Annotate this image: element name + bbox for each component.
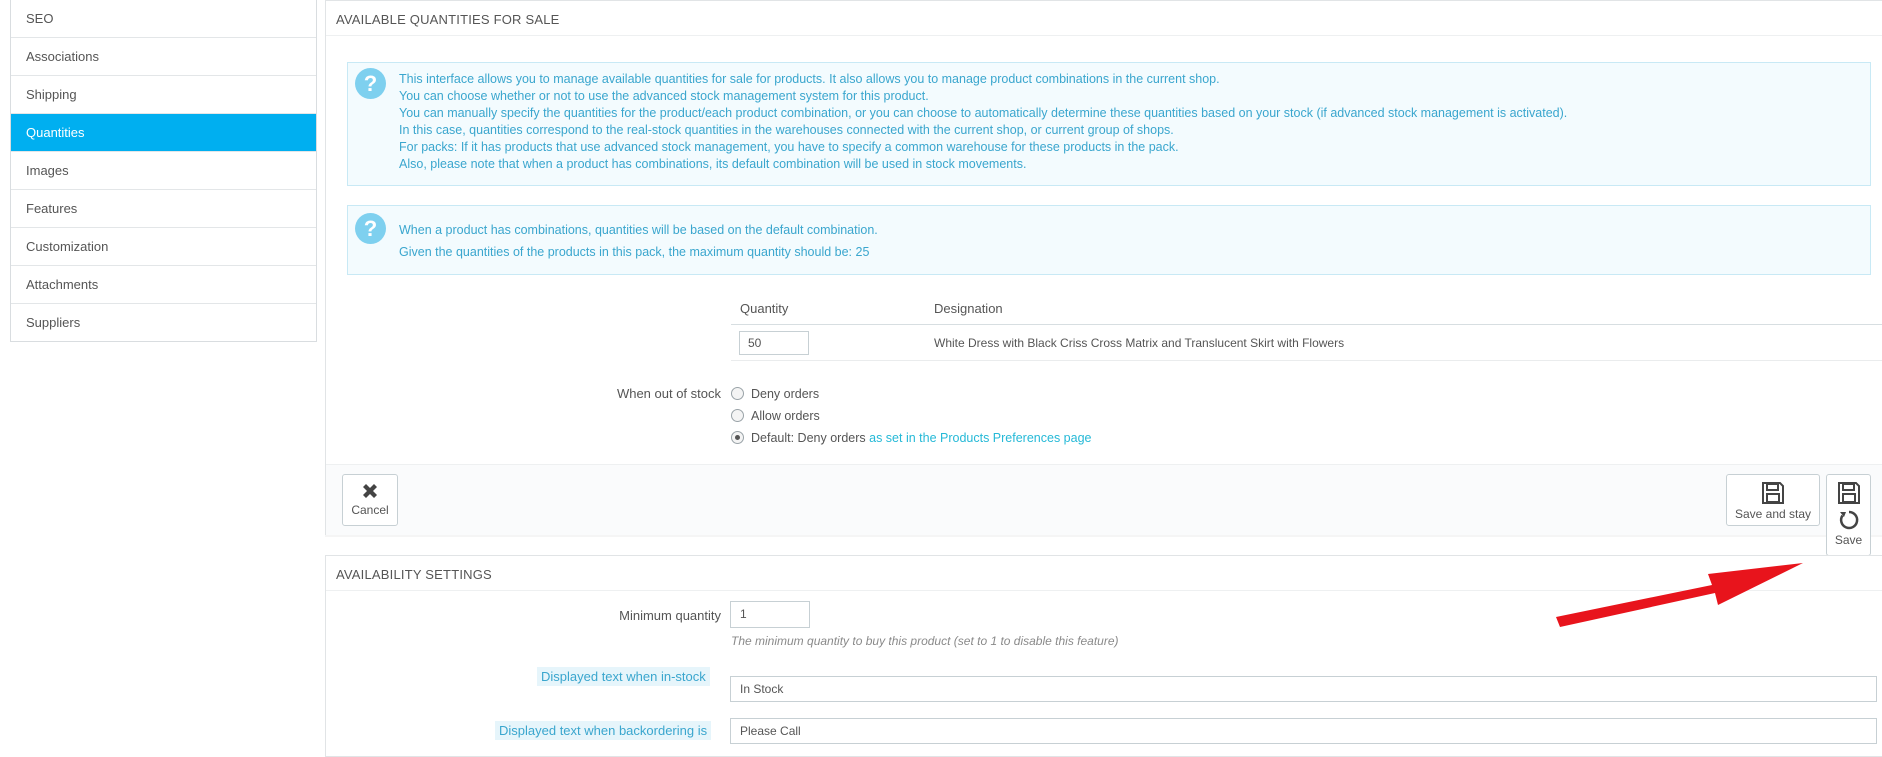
radio-label: Deny orders — [751, 387, 820, 401]
radio-default[interactable]: Default: Deny orders as set in the Produ… — [731, 429, 1091, 447]
info-alert: ? This interface allows you to manage av… — [347, 62, 1871, 186]
in-stock-text-label[interactable]: Displayed text when in-stock — [537, 667, 710, 686]
table-row: 50 White Dress with Black Criss Cross Ma… — [731, 325, 1882, 361]
radio-deny-orders[interactable]: Deny orders — [731, 385, 819, 403]
backorder-text-input[interactable]: Please Call — [730, 718, 1877, 744]
radio-button-checked[interactable] — [731, 431, 744, 445]
sidebar-item-customization[interactable]: Customization — [11, 228, 316, 266]
panel-footer: Cancel Save and stay Save — [326, 464, 1882, 556]
pack-info-alert: ? When a product has combinations, quant… — [347, 205, 1871, 275]
sidebar-item-shipping[interactable]: Shipping — [11, 76, 316, 114]
info-line: In this case, quantities correspond to t… — [399, 123, 1174, 137]
info-line: You can choose whether or not to use the… — [399, 89, 929, 103]
info-line: You can manually specify the quantities … — [399, 106, 1568, 120]
save-label: Save — [1834, 533, 1863, 547]
quantities-panel: AVAILABLE QUANTITIES FOR SALE ? This int… — [325, 0, 1882, 556]
save-and-stay-button[interactable]: Save and stay — [1726, 474, 1820, 526]
sidebar-item-images[interactable]: Images — [11, 152, 316, 190]
info-line: Also, please note that when a product ha… — [399, 157, 1027, 171]
designation-cell: White Dress with Black Criss Cross Matri… — [934, 336, 1345, 350]
sidebar-item-quantities[interactable]: Quantities — [11, 114, 316, 152]
cancel-label: Cancel — [351, 503, 389, 517]
quantity-table: Quantity Designation 50 White Dress with… — [731, 294, 1882, 361]
quantity-input[interactable]: 50 — [739, 331, 809, 355]
col-header-quantity: Quantity — [740, 301, 789, 316]
sidebar-item-associations[interactable]: Associations — [11, 38, 316, 76]
floppy-disk-icon — [1762, 482, 1784, 504]
backorder-text-label[interactable]: Displayed text when backordering is — [495, 721, 712, 740]
cancel-button[interactable]: Cancel — [342, 474, 398, 526]
col-header-designation: Designation — [934, 301, 1003, 316]
sidebar-item-attachments[interactable]: Attachments — [11, 266, 316, 304]
info-line: This interface allows you to manage avai… — [399, 72, 1220, 86]
sidebar-item-features[interactable]: Features — [11, 190, 316, 228]
pack-info-line: When a product has combinations, quantit… — [399, 223, 878, 237]
radio-button[interactable] — [731, 387, 744, 401]
save-and-stay-label: Save and stay — [1734, 507, 1812, 521]
radio-allow-orders[interactable]: Allow orders — [731, 407, 820, 425]
radio-label: Default: Deny orders — [751, 431, 866, 445]
out-of-stock-label: When out of stock — [616, 386, 721, 401]
panel-heading-quantities: AVAILABLE QUANTITIES FOR SALE — [326, 1, 1882, 36]
close-icon — [363, 484, 377, 498]
preferences-link[interactable]: as set in the Products Preferences page — [869, 431, 1091, 445]
minimum-quantity-input[interactable]: 1 — [730, 601, 810, 628]
sidebar-item-suppliers[interactable]: Suppliers — [11, 304, 316, 341]
pack-info-line: Given the quantities of the products in … — [399, 245, 870, 259]
info-line: For packs: If it has products that use a… — [399, 140, 1179, 154]
radio-button[interactable] — [731, 409, 744, 423]
question-icon: ? — [355, 68, 386, 99]
minimum-quantity-hint: The minimum quantity to buy this product… — [731, 634, 1119, 648]
in-stock-text-input[interactable]: In Stock — [730, 676, 1877, 702]
table-header: Quantity Designation — [731, 294, 1882, 325]
spinner-icon — [1839, 510, 1858, 530]
floppy-disk-icon — [1837, 482, 1860, 504]
sidebar-item-seo[interactable]: SEO — [11, 0, 316, 38]
radio-label: Allow orders — [751, 409, 820, 423]
minimum-quantity-label: Minimum quantity — [619, 608, 721, 623]
question-icon: ? — [355, 213, 386, 244]
annotation-arrow — [1556, 563, 1803, 627]
save-button[interactable]: Save — [1826, 474, 1871, 556]
product-tabs-sidebar: SEO Associations Shipping Quantities Ima… — [10, 0, 317, 342]
